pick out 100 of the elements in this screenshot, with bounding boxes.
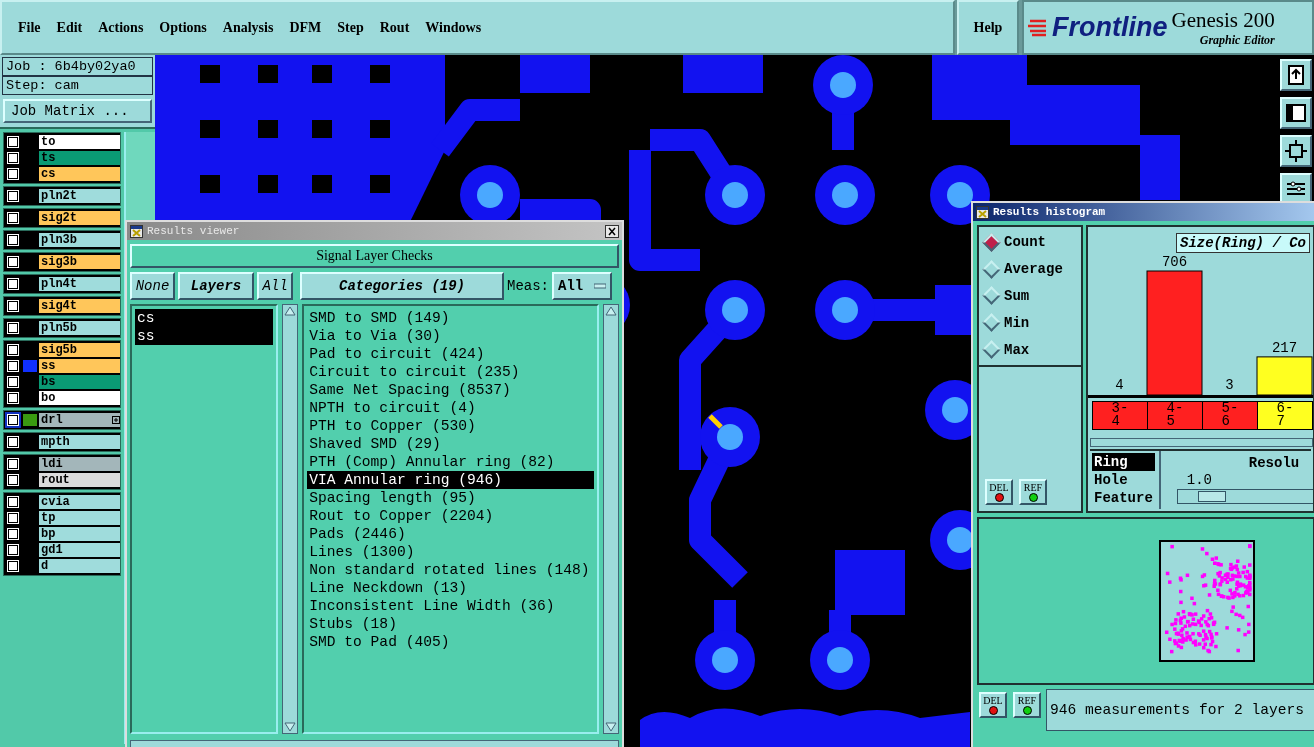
- menu-item[interactable]: Actions: [90, 17, 152, 38]
- via-pad[interactable]: [705, 280, 765, 340]
- layer-list-item[interactable]: cs: [135, 309, 274, 327]
- layer-name[interactable]: ts: [39, 151, 120, 165]
- radio-button[interactable]: Count: [985, 234, 1075, 251]
- menu-item[interactable]: File: [10, 17, 49, 38]
- layer-name[interactable]: drl: [39, 413, 120, 427]
- layer-name[interactable]: rout: [39, 473, 120, 487]
- layer-name[interactable]: pln3b: [39, 233, 120, 247]
- window-menu-icon[interactable]: [130, 224, 143, 238]
- window-menu-icon[interactable]: [976, 205, 989, 219]
- resolution-label: Resolu: [1248, 455, 1301, 471]
- menu-item[interactable]: Options: [151, 17, 215, 38]
- radio-button[interactable]: Max: [985, 341, 1075, 358]
- attribute-list-item[interactable]: Feature: [1092, 489, 1155, 507]
- select-all-button[interactable]: All: [257, 272, 293, 300]
- category-list-item[interactable]: Rout to Copper (2204): [307, 507, 595, 525]
- category-list-item[interactable]: VIA Annular ring (946): [307, 471, 595, 489]
- layer-name[interactable]: mpth: [39, 435, 120, 449]
- marker-icon: [708, 414, 723, 429]
- via-pad[interactable]: [810, 630, 870, 690]
- category-list-item[interactable]: Circuit to circuit (235): [307, 363, 595, 381]
- category-list-item[interactable]: Inconsistent Line Width (36): [307, 597, 595, 615]
- category-list-item[interactable]: Non standard rotated lines (148): [307, 561, 595, 579]
- help-menu[interactable]: Help: [957, 0, 1019, 55]
- layer-name[interactable]: sig4t: [39, 299, 120, 313]
- vertical-scrollbar[interactable]: [1158, 451, 1161, 509]
- radio-button[interactable]: Min: [985, 314, 1075, 331]
- toolbar-button[interactable]: [1280, 135, 1312, 167]
- category-list-item[interactable]: Line Neckdown (13): [307, 579, 595, 597]
- layer-name[interactable]: bs: [39, 375, 120, 389]
- layer-name[interactable]: cs: [39, 167, 120, 181]
- attribute-list-item[interactable]: Hole: [1092, 471, 1155, 489]
- category-list-item[interactable]: Spacing length (95): [307, 489, 595, 507]
- via-pad[interactable]: [815, 280, 875, 340]
- expand-icon[interactable]: [112, 416, 120, 424]
- category-list-item[interactable]: PTH (Comp) Annular ring (82): [307, 453, 595, 471]
- layer-name[interactable]: ss: [39, 359, 120, 373]
- select-none-button[interactable]: None: [130, 272, 175, 300]
- menu-item[interactable]: Step: [329, 17, 372, 38]
- layer-name[interactable]: cvia: [39, 495, 120, 509]
- menu-item[interactable]: Windows: [417, 17, 490, 38]
- category-list-item[interactable]: SMD to Pad (405): [307, 633, 595, 651]
- scroll-up-icon[interactable]: [605, 305, 618, 317]
- layer-name[interactable]: sig3b: [39, 255, 120, 269]
- category-list-item[interactable]: Via to Via (30): [307, 327, 595, 345]
- layer-name[interactable]: pln5b: [39, 321, 120, 335]
- bin-label: 4-5: [1148, 402, 1203, 429]
- toolbar-button[interactable]: [1280, 97, 1312, 129]
- refresh-button[interactable]: REF: [1019, 479, 1047, 505]
- copper-area: [520, 55, 590, 93]
- layer-name[interactable]: ldi: [39, 457, 120, 471]
- attribute-list-item[interactable]: Ring: [1092, 453, 1155, 471]
- layer-name[interactable]: sig5b: [39, 343, 120, 357]
- menu-item[interactable]: DFM: [281, 17, 330, 38]
- category-list-item[interactable]: SMD to SMD (149): [307, 309, 595, 327]
- category-list-item[interactable]: Shaved SMD (29): [307, 435, 595, 453]
- layer-list-item[interactable]: ss: [135, 327, 274, 345]
- histogram-bar[interactable]: [1256, 356, 1313, 396]
- via-pad[interactable]: [695, 630, 755, 690]
- category-list-item[interactable]: Pad to circuit (424): [307, 345, 595, 363]
- layer-name[interactable]: to: [39, 135, 120, 149]
- scroll-down-icon[interactable]: [605, 721, 618, 733]
- layer-name[interactable]: sig2t: [39, 211, 120, 225]
- layer-name[interactable]: bo: [39, 391, 120, 405]
- vertical-scrollbar[interactable]: [603, 304, 619, 734]
- via-pad[interactable]: [705, 165, 765, 225]
- radio-button[interactable]: Sum: [985, 288, 1075, 304]
- toolbar-button[interactable]: [1280, 59, 1312, 91]
- layer-name[interactable]: tp: [39, 511, 120, 525]
- horizontal-scrollbar[interactable]: [1090, 438, 1313, 447]
- scroll-down-icon[interactable]: [284, 721, 297, 733]
- category-list-item[interactable]: Same Net Spacing (8537): [307, 381, 595, 399]
- category-list-item[interactable]: NPTH to circuit (4): [307, 399, 595, 417]
- job-matrix-button[interactable]: Job Matrix ...: [3, 99, 152, 123]
- layer-name[interactable]: bp: [39, 527, 120, 541]
- layer-name[interactable]: pln4t: [39, 277, 120, 291]
- close-icon[interactable]: [605, 224, 619, 238]
- delete-button[interactable]: DEL: [985, 479, 1013, 505]
- via-pad[interactable]: [815, 165, 875, 225]
- via-pad[interactable]: [813, 55, 873, 115]
- meas-dropdown[interactable]: All: [552, 272, 612, 300]
- menu-item[interactable]: Edit: [48, 17, 91, 38]
- category-list-item[interactable]: PTH to Copper (530): [307, 417, 595, 435]
- layer-name[interactable]: pln2t: [39, 189, 120, 203]
- category-list-item[interactable]: Stubs (18): [307, 615, 595, 633]
- categories-button[interactable]: Categories (19): [300, 272, 504, 300]
- layer-name[interactable]: gd1: [39, 543, 120, 557]
- via-pad[interactable]: [700, 407, 760, 467]
- menu-item[interactable]: Analysis: [214, 17, 282, 38]
- radio-button[interactable]: Average: [985, 261, 1075, 278]
- scroll-up-icon[interactable]: [284, 305, 297, 317]
- category-list-item[interactable]: Lines (1300): [307, 543, 595, 561]
- vertical-scrollbar[interactable]: [282, 304, 299, 734]
- refresh-button[interactable]: REF: [1013, 692, 1041, 718]
- delete-button[interactable]: DEL: [979, 692, 1007, 718]
- category-list-item[interactable]: Pads (2446): [307, 525, 595, 543]
- menu-item[interactable]: Rout: [371, 17, 418, 38]
- layer-name[interactable]: d: [39, 559, 120, 573]
- check-set-button[interactable]: Signal Layer Checks: [130, 244, 619, 268]
